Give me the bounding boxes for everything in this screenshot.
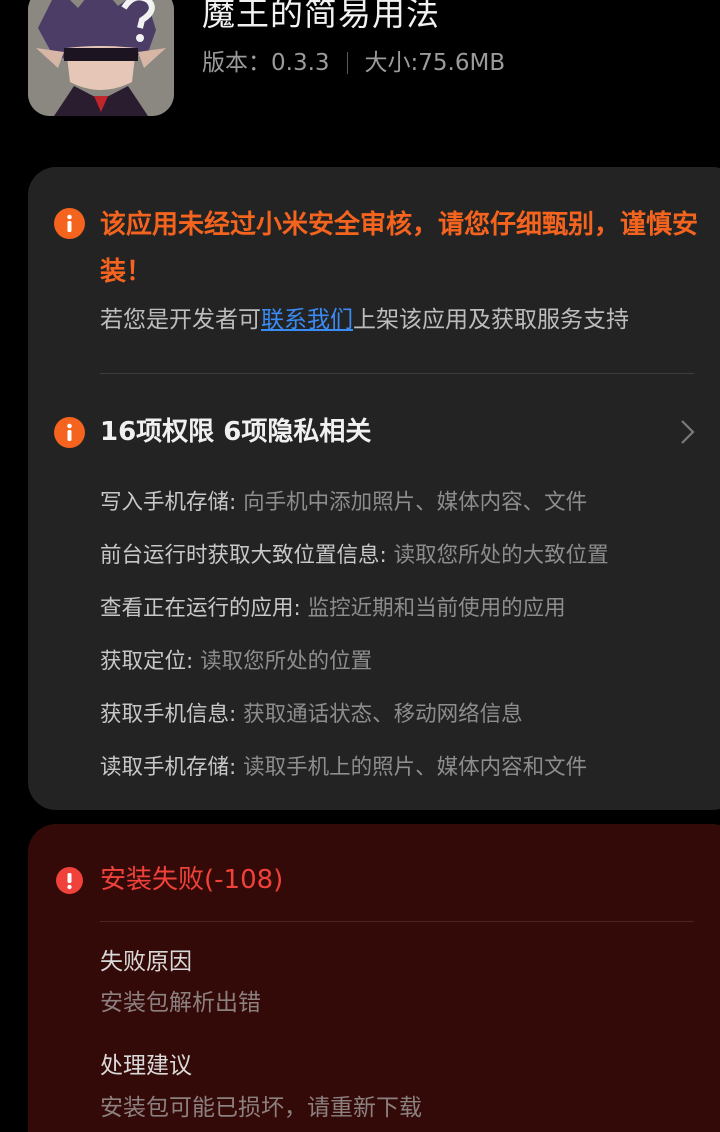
install-failure-card: 安装失败(-108) 失败原因 安装包解析出错 处理建议 安装包可能已损坏，请重… (28, 824, 720, 1132)
version-value: 0.3.3 (271, 50, 330, 76)
warning-icon (54, 417, 85, 448)
permission-item: 前台运行时获取大致位置信息: 读取您所处的大致位置 (100, 529, 609, 582)
permission-name: 写入手机存储: (100, 490, 237, 515)
permission-name: 获取手机信息: (100, 702, 237, 727)
version-label: 版本： (202, 50, 271, 76)
permission-desc: 读取您所处的位置 (200, 649, 373, 674)
app-icon (28, 0, 174, 116)
permission-desc: 向手机中添加照片、媒体内容、文件 (243, 490, 588, 515)
error-icon (56, 867, 83, 894)
permission-list: 写入手机存储: 向手机中添加照片、媒体内容、文件 前台运行时获取大致位置信息: … (100, 476, 609, 794)
security-card: 该应用未经过小米安全审核，请您仔细甄别，谨慎安装！ 若您是开发者可联系我们上架该… (28, 167, 720, 810)
failure-reason: 安装包解析出错 (100, 990, 261, 1016)
permissions-summary-row[interactable]: 16项权限 6项隐私相关 (54, 410, 695, 454)
permissions-summary: 16项权限 6项隐私相关 (100, 417, 372, 447)
permission-item: 获取定位: 读取您所处的位置 (100, 635, 609, 688)
contact-us-link[interactable]: 联系我们 (261, 307, 353, 333)
permission-desc: 获取通话状态、移动网络信息 (243, 702, 523, 727)
developer-notice-prefix: 若您是开发者可 (100, 307, 261, 333)
suggestion-label: 处理建议 (100, 1053, 192, 1079)
permission-item: 写入手机存储: 向手机中添加照片、媒体内容、文件 (100, 476, 609, 529)
app-meta: 版本： 0.3.3 大小: 75.6MB (202, 47, 505, 79)
permission-desc: 读取手机上的照片、媒体内容和文件 (243, 755, 588, 780)
permission-name: 前台运行时获取大致位置信息: (100, 543, 387, 568)
developer-notice-suffix: 上架该应用及获取服务支持 (353, 307, 629, 333)
size-label: 大小: (364, 50, 419, 76)
permission-name: 读取手机存储: (100, 755, 237, 780)
failure-reason-label: 失败原因 (100, 949, 192, 975)
permission-item: 获取手机信息: 获取通话状态、移动网络信息 (100, 688, 609, 741)
permission-name: 查看正在运行的应用: (100, 596, 301, 621)
developer-notice: 若您是开发者可联系我们上架该应用及获取服务支持 (100, 300, 629, 340)
divider (100, 373, 694, 374)
warning-icon (54, 208, 85, 239)
permission-desc: 监控近期和当前使用的应用 (307, 596, 566, 621)
divider (100, 921, 694, 922)
app-title: 魔王的简易用法 (202, 0, 440, 33)
chevron-right-icon (672, 417, 702, 447)
permission-desc: 读取您所处的大致位置 (393, 543, 609, 568)
permission-item: 读取手机存储: 读取手机上的照片、媒体内容和文件 (100, 741, 609, 794)
install-failure-title: 安装失败(-108) (100, 865, 284, 895)
permission-item: 查看正在运行的应用: 监控近期和当前使用的应用 (100, 582, 609, 635)
permission-name: 获取定位: (100, 649, 194, 674)
security-warning-text: 该应用未经过小米安全审核，请您仔细甄别，谨慎安装！ (100, 210, 699, 287)
size-value: 75.6MB (418, 50, 506, 76)
suggestion-text: 安装包可能已损坏，请重新下载 (100, 1095, 422, 1121)
meta-divider (346, 52, 348, 74)
